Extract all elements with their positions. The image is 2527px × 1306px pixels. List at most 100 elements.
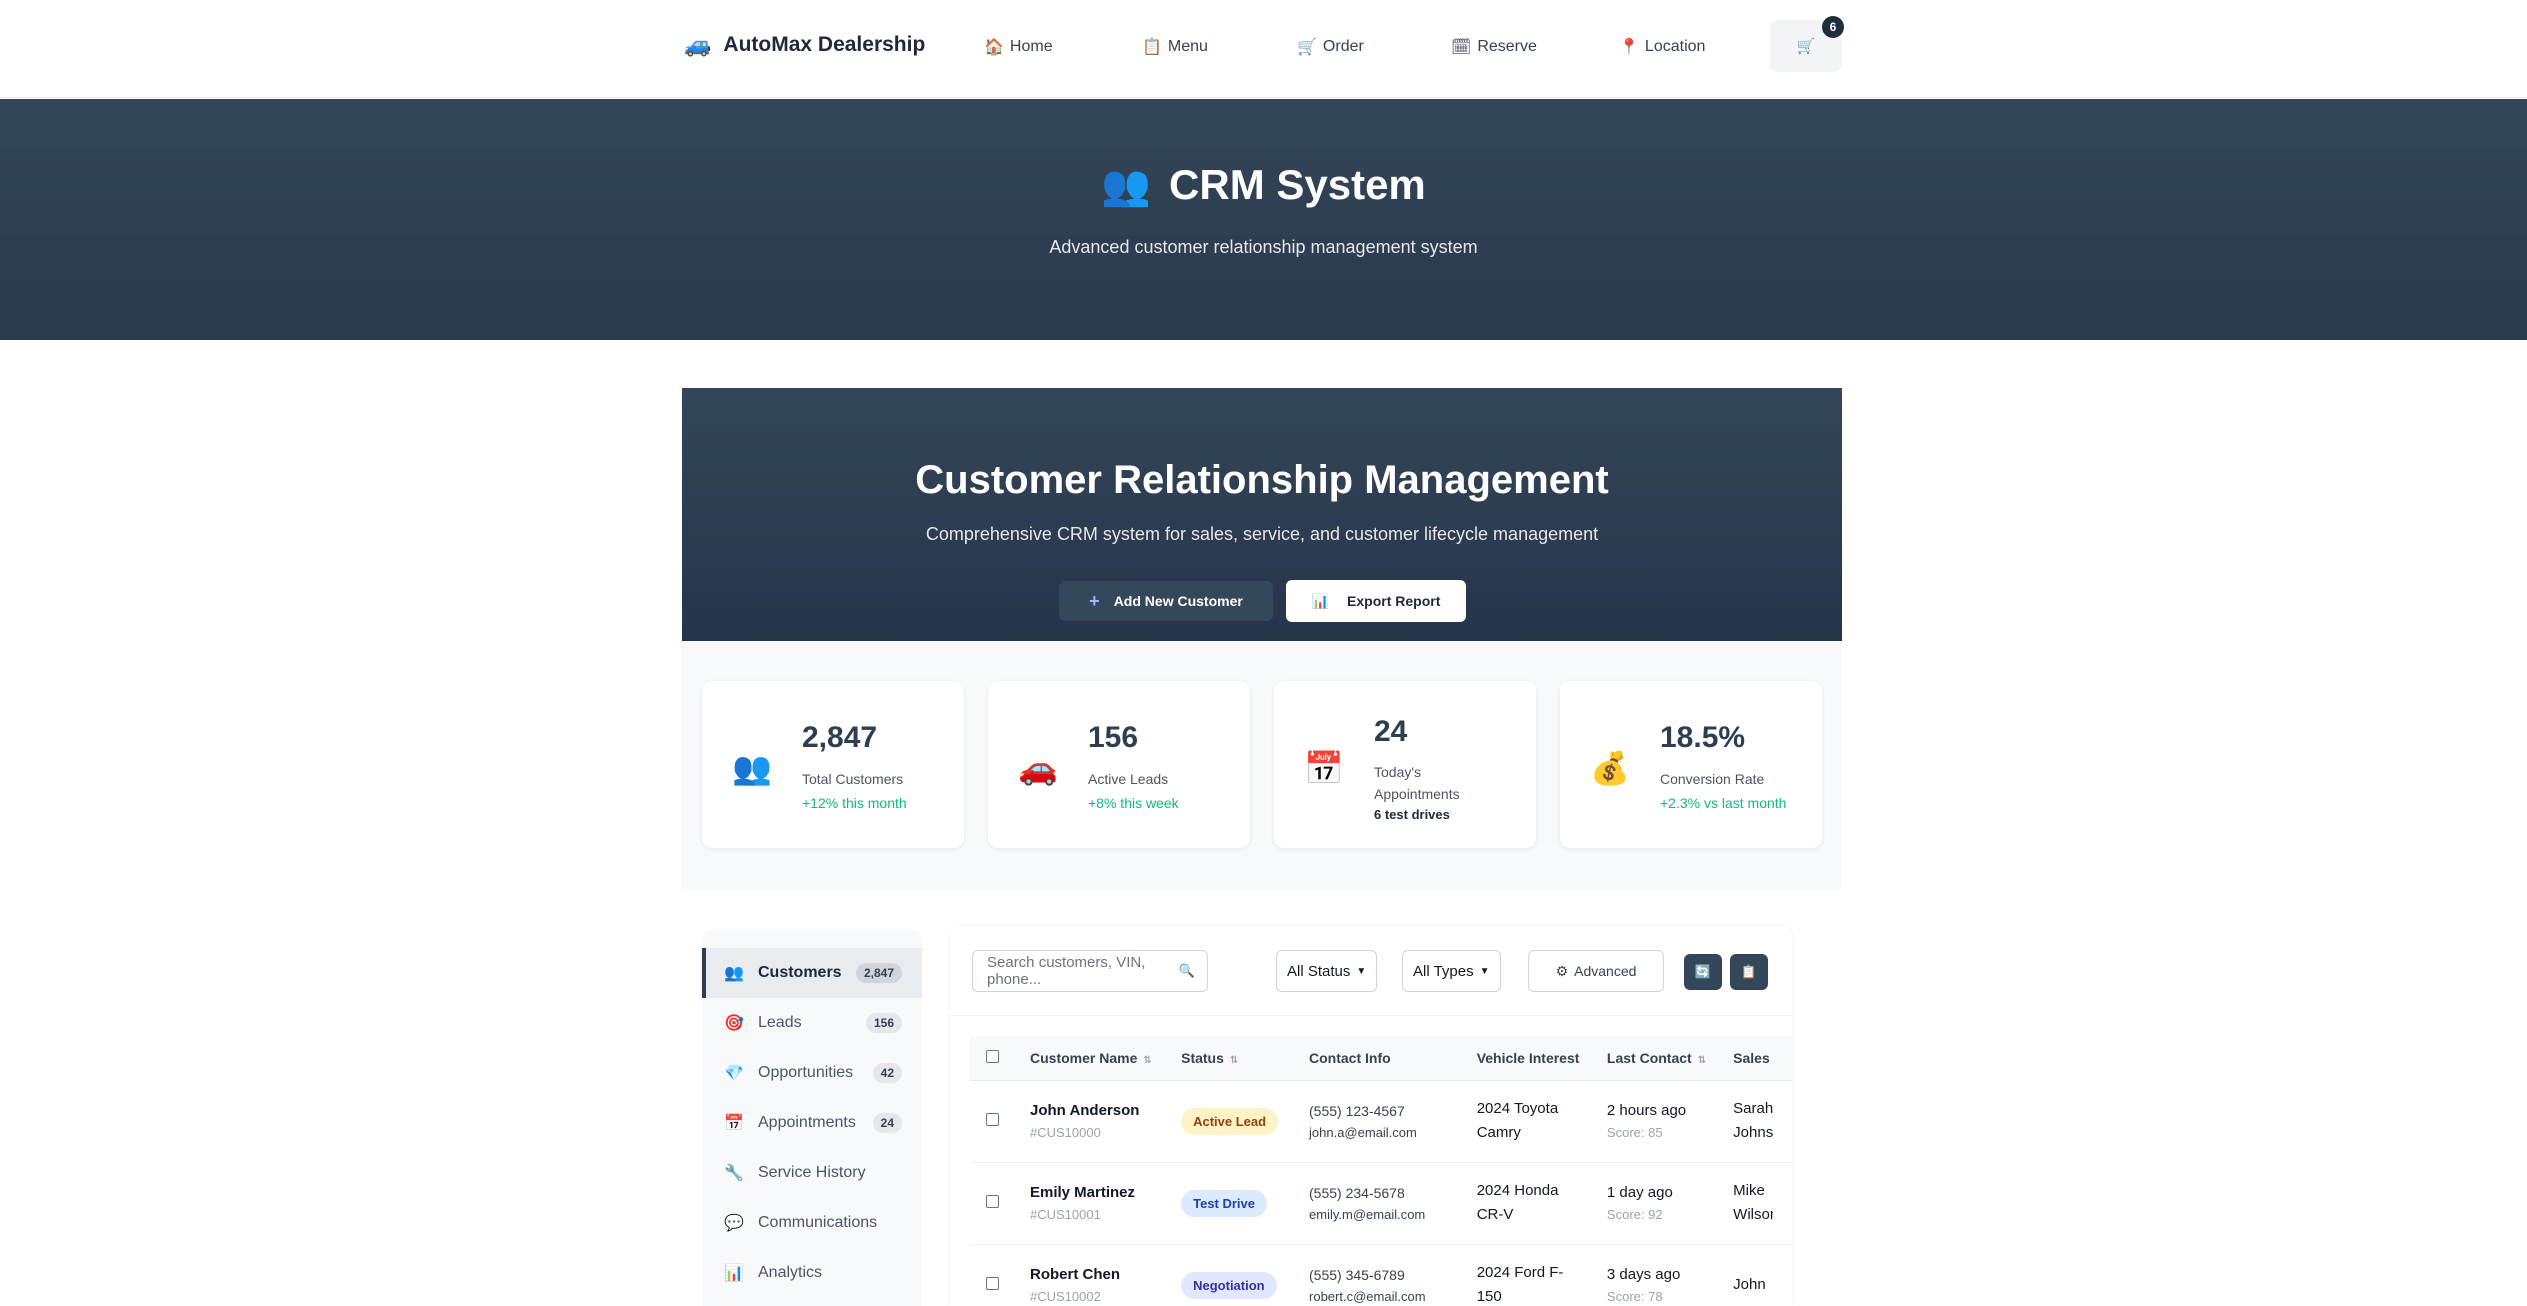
stat-card-leads: 🚗 156 Active Leads +8% this week <box>988 681 1250 848</box>
sidebar-item-opportunities[interactable]: 💎 Opportunities 42 <box>702 1048 922 1098</box>
nav-home-link[interactable]: 🏠 Home <box>984 37 1053 57</box>
hero-title: CRM System <box>1169 161 1426 208</box>
clipboard-icon: 📋 <box>1142 39 1162 56</box>
stat-label: Today's Appointments <box>1374 764 1460 802</box>
sidebar-item-service-history[interactable]: 🔧 Service History <box>702 1148 922 1198</box>
last-contact: 1 day ago <box>1606 1184 1673 1201</box>
column-header-name[interactable]: Customer Name ⇅ <box>1030 1036 1182 1081</box>
row-select-cell <box>970 1244 1030 1306</box>
customer-name[interactable]: Emily Martinez <box>1030 1184 1181 1201</box>
crm-subtitle: Comprehensive CRM system for sales, serv… <box>925 524 1599 544</box>
nav-order-link[interactable]: 🛒 Order <box>1297 37 1364 57</box>
sidebar-item-customers[interactable]: 👥 Customers 2,847 <box>702 948 922 998</box>
sidebar-item-count: 24 <box>872 1113 902 1133</box>
stat-card-conversion: 💰 18.5% Conversion Rate +2.3% vs last mo… <box>1560 681 1822 848</box>
refresh-icon: 🔄 <box>1694 964 1712 979</box>
column-header-vehicle: Vehicle Interest <box>1476 1036 1607 1081</box>
select-all-checkbox[interactable] <box>986 1049 999 1063</box>
stats-section: 👥 2,847 Total Customers +12% this month … <box>682 641 1842 889</box>
cart-button[interactable]: 🛒 6 <box>1770 16 1844 72</box>
sidebar-item-label: Opportunities <box>758 1064 854 1081</box>
stat-change: 6 test drives <box>1374 807 1450 822</box>
sidebar-item-label: Leads <box>758 1014 802 1031</box>
advanced-filter-button[interactable]: ⚙ Advanced <box>1528 950 1664 992</box>
row-checkbox[interactable] <box>986 1113 999 1126</box>
sales-cell: Sarah Johnson <box>1733 1080 1792 1163</box>
brand[interactable]: 🚙 AutoMax Dealership <box>684 32 925 58</box>
refresh-button[interactable]: 🔄 <box>1684 954 1722 990</box>
column-header-status[interactable]: Status ⇅ <box>1181 1036 1310 1081</box>
nav-order-label: Order <box>1322 38 1364 55</box>
add-customer-button[interactable]: + Add New Customer <box>1059 581 1273 621</box>
last-contact-cell: 3 days ago Score: 78 <box>1606 1244 1734 1306</box>
customer-cell: Emily Martinez #CUS10001 <box>1030 1162 1182 1245</box>
last-contact: 2 hours ago <box>1606 1102 1687 1119</box>
status-filter-select[interactable]: All Status ▼ <box>1276 950 1378 992</box>
sidebar-item-label: Service History <box>758 1164 866 1181</box>
lead-score: Score: 78 <box>1606 1289 1663 1304</box>
stat-value: 156 <box>1088 721 1139 754</box>
calendar-icon: 📅 <box>724 1115 744 1132</box>
sidebar-item-label: Analytics <box>758 1264 823 1281</box>
clipboard-button[interactable]: 📋 <box>1730 954 1768 990</box>
vehicle-interest: 2024 Honda CR-V <box>1476 1182 1559 1223</box>
table-toolbar: Search customers, VIN, phone... 🔍 All St… <box>950 926 1792 1016</box>
sidebar-item-label: Communications <box>758 1214 878 1231</box>
customer-email: emily.m@email.com <box>1309 1206 1426 1222</box>
row-checkbox[interactable] <box>986 1277 999 1290</box>
table-row[interactable]: Emily Martinez #CUS10001 Test Drive (555… <box>970 1162 1792 1245</box>
customer-phone: (555) 123-4567 <box>1309 1102 1405 1119</box>
last-contact-cell: 2 hours ago Score: 85 <box>1606 1080 1734 1163</box>
salesperson: John <box>1733 1276 1766 1293</box>
contact-cell: (555) 345-6789 robert.c@email.com <box>1309 1244 1477 1306</box>
last-contact: 3 days ago <box>1606 1266 1681 1283</box>
sidebar-item-count: 42 <box>872 1063 902 1083</box>
row-checkbox[interactable] <box>986 1195 999 1208</box>
clipboard-icon: 📋 <box>1740 964 1758 979</box>
table-row[interactable]: Robert Chen #CUS10002 Negotiation (555) … <box>970 1244 1792 1306</box>
nav-menu-link[interactable]: 📋 Menu <box>1142 37 1208 57</box>
sidebar-item-leads[interactable]: 🎯 Leads 156 <box>702 998 922 1048</box>
nav-location-link[interactable]: 📍 Location <box>1619 37 1705 57</box>
column-header-last-contact[interactable]: Last Contact ⇅ <box>1606 1036 1734 1081</box>
column-header-label: Last Contact <box>1606 1049 1692 1066</box>
lead-score: Score: 85 <box>1606 1125 1663 1140</box>
hero-title-row: 👥 CRM System <box>0 161 2527 209</box>
home-icon: 🏠 <box>984 39 1004 56</box>
type-filter-select[interactable]: All Types ▼ <box>1402 950 1501 992</box>
table-row[interactable]: John Anderson #CUS10000 Active Lead (555… <box>970 1080 1792 1163</box>
stat-card-customers: 👥 2,847 Total Customers +12% this month <box>702 681 964 848</box>
salesperson: Mike Wilson <box>1733 1182 1773 1223</box>
customer-name[interactable]: Robert Chen <box>1030 1266 1181 1283</box>
top-navbar: 🚙 AutoMax Dealership 🏠 Home 📋 Menu 🛒 Ord… <box>0 0 2527 98</box>
cart-icon: 🛒 <box>1796 38 1816 55</box>
search-icon: 🔍 <box>1178 963 1195 978</box>
sidebar-item-appointments[interactable]: 📅 Appointments 24 <box>702 1098 922 1148</box>
stat-card-appointments: 📅 24 Today's Appointments 6 test drives <box>1274 681 1536 848</box>
stat-change: +8% this week <box>1088 795 1179 811</box>
chevron-down-icon: ▼ <box>1356 965 1367 977</box>
stat-change: +2.3% vs last month <box>1660 795 1787 811</box>
car-icon: 🚗 <box>1018 750 1058 786</box>
customer-email: john.a@email.com <box>1309 1124 1417 1140</box>
sidebar-item-analytics[interactable]: 📊 Analytics <box>702 1248 922 1298</box>
nav-home-label: Home <box>1009 38 1053 55</box>
customer-name[interactable]: John Anderson <box>1030 1102 1181 1119</box>
row-select-cell <box>970 1080 1030 1163</box>
last-contact-cell: 1 day ago Score: 92 <box>1606 1162 1734 1245</box>
contact-cell: (555) 123-4567 john.a@email.com <box>1309 1080 1477 1163</box>
sidebar-item-communications[interactable]: 💬 Communications <box>702 1198 922 1248</box>
nav-reserve-link[interactable]: 🗓 Reserve <box>1451 37 1537 57</box>
search-input[interactable]: Search customers, VIN, phone... 🔍 <box>972 950 1208 992</box>
users-icon: 👥 <box>724 965 744 982</box>
status-badge: Negotiation <box>1181 1271 1277 1299</box>
lead-score: Score: 92 <box>1606 1207 1663 1222</box>
advanced-label: Advanced <box>1574 963 1637 979</box>
salesperson: Sarah Johnson <box>1733 1100 1774 1141</box>
bar-chart-icon: 📊 <box>724 1265 744 1282</box>
chevron-down-icon: ▼ <box>1479 965 1490 977</box>
export-report-button[interactable]: 📊 Export Report <box>1286 580 1466 622</box>
customer-id: #CUS10001 <box>1030 1207 1101 1222</box>
status-filter-value: All Status <box>1287 962 1351 980</box>
export-report-label: Export Report <box>1347 593 1441 609</box>
